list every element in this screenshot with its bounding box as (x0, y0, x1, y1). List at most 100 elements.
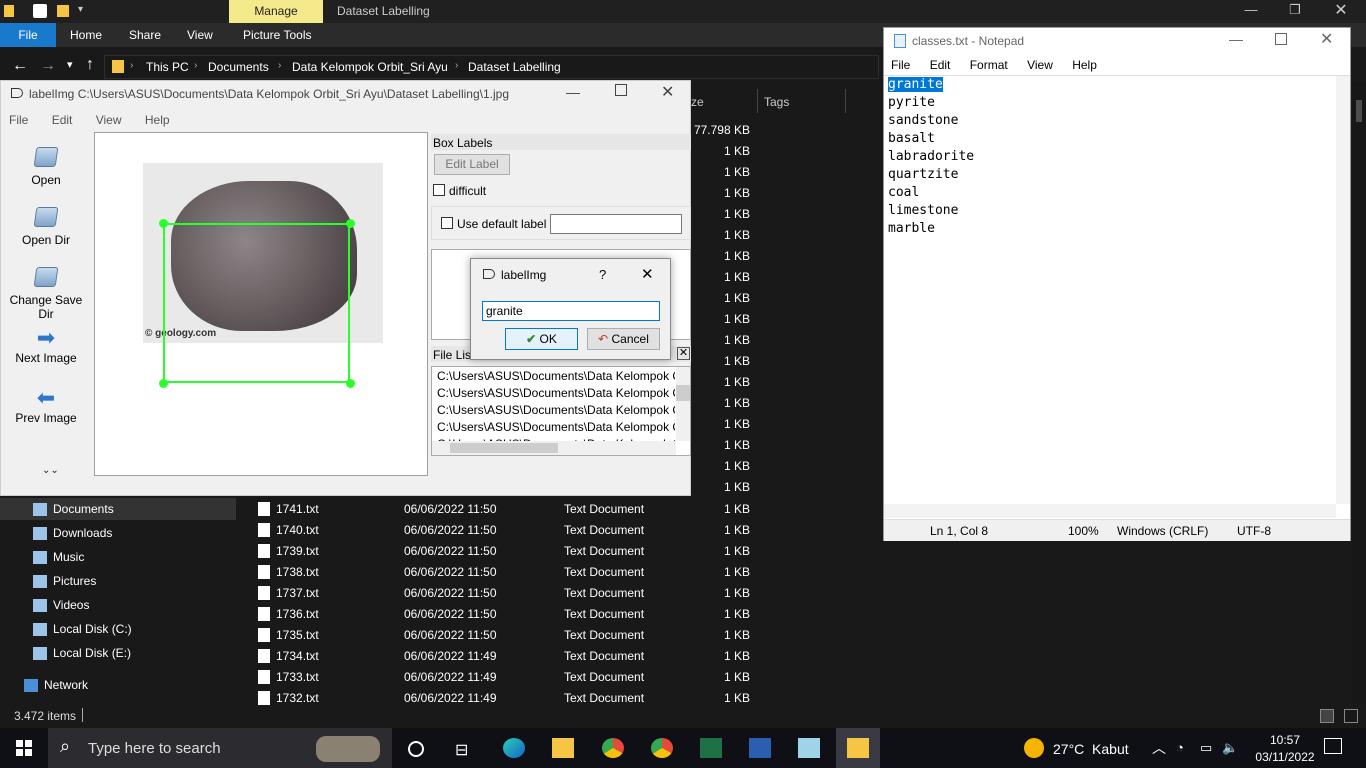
nav-item-6[interactable]: Local Disk (E:) (53, 646, 131, 660)
file-list-item[interactable]: C:\Users\ASUS\Documents\Data Kelompok C (437, 420, 675, 434)
chrome-icon[interactable] (602, 738, 624, 758)
task-view-icon[interactable]: ⊟ (455, 740, 468, 760)
explorer-scrollbar[interactable] (1352, 82, 1366, 704)
menu-view[interactable]: View (1027, 58, 1053, 72)
menu-file[interactable]: File (891, 58, 910, 72)
vscroll-thumb[interactable] (676, 385, 690, 401)
back-arrow-icon[interactable]: ← (12, 57, 28, 75)
thumbnail-view-icon[interactable] (1344, 709, 1358, 723)
menu-edit[interactable]: Edit (930, 58, 951, 72)
restore-button[interactable]: ❐ (1272, 2, 1318, 18)
file-name[interactable]: 1734.txt (276, 649, 319, 663)
notepad-vscroll[interactable] (1336, 76, 1350, 504)
excel-icon[interactable] (700, 738, 722, 758)
notepad-taskbar-icon[interactable] (798, 738, 820, 758)
close-dock-icon[interactable]: ✕ (677, 347, 690, 360)
tab-view[interactable]: View (187, 23, 213, 47)
notepad-hscroll[interactable] (884, 504, 1336, 518)
file-name[interactable]: 1739.txt (276, 544, 319, 558)
bounding-box[interactable] (163, 223, 350, 383)
file-name[interactable]: 1732.txt (276, 691, 319, 705)
file-name[interactable]: 1733.txt (276, 670, 319, 684)
file-name[interactable]: 1741.txt (276, 502, 319, 516)
edit-label-button[interactable]: Edit Label (434, 154, 510, 175)
file-name[interactable]: 1740.txt (276, 523, 319, 537)
minimize-button[interactable]: — (1229, 31, 1243, 47)
tray-chevron-icon[interactable]: ︿ (1152, 738, 1166, 758)
column-header-size[interactable]: ze (691, 95, 704, 109)
default-label-input[interactable] (550, 214, 682, 234)
battery-icon[interactable]: ▭ (1200, 740, 1212, 756)
file-name[interactable]: 1737.txt (276, 586, 319, 600)
tab-manage[interactable]: Manage (229, 0, 323, 23)
word-icon[interactable] (749, 738, 771, 758)
more-tools-icon[interactable]: ⌄⌄ (42, 465, 59, 476)
new-folder-icon[interactable] (57, 5, 69, 17)
file-name[interactable]: 1738.txt (276, 565, 319, 579)
scrollbar-thumb[interactable] (1356, 100, 1362, 122)
up-arrow-icon[interactable]: ↑ (86, 56, 94, 74)
cancel-button[interactable]: ↶ Cancel (587, 328, 660, 350)
edge-icon[interactable] (503, 738, 525, 758)
menu-help[interactable]: Help (145, 113, 170, 127)
ok-button[interactable]: ✔ OK (505, 328, 578, 350)
tab-home[interactable]: Home (70, 23, 102, 47)
chrome-profile-icon[interactable] (651, 738, 673, 758)
menu-file[interactable]: File (9, 113, 28, 127)
breadcrumb-documents[interactable]: Documents (208, 60, 269, 74)
bbox-handle[interactable] (159, 219, 168, 228)
file-explorer-icon[interactable] (552, 738, 574, 758)
volume-icon[interactable]: 🔈 (1222, 740, 1238, 756)
close-button[interactable]: ✕ (641, 265, 654, 283)
file-list-vscroll[interactable] (676, 367, 690, 441)
hscroll-thumb[interactable] (450, 443, 558, 453)
file-list-item[interactable]: C:\Users\ASUS\Documents\Data Kelompok C (437, 403, 675, 417)
prev-image-button[interactable]: ⬅ Prev Image (1, 387, 91, 426)
wifi-icon[interactable]: ◔ (1176, 740, 1184, 755)
nav-item-3[interactable]: Pictures (53, 574, 96, 588)
cortana-icon[interactable] (408, 741, 424, 757)
nav-item-1[interactable]: Downloads (53, 526, 112, 540)
column-header-tags[interactable]: Tags (764, 95, 789, 109)
weather-text[interactable]: 27°C Kabut (1053, 741, 1129, 757)
clock-date[interactable]: 03/11/2022 (1250, 750, 1320, 764)
windows-start-icon[interactable] (16, 740, 32, 756)
nav-item-7[interactable]: Network (44, 678, 88, 692)
breadcrumb-this-pc[interactable]: This PC (146, 60, 189, 74)
change-save-dir-button[interactable]: Change Save Dir (1, 267, 91, 321)
help-button[interactable]: ? (599, 267, 606, 282)
taskbar-search[interactable]: ⌕ Type here to search (48, 728, 392, 768)
menu-format[interactable]: Format (970, 58, 1008, 72)
close-button[interactable]: ✕ (1318, 0, 1364, 20)
tab-file[interactable]: File (0, 23, 56, 47)
maximize-button[interactable] (1275, 33, 1287, 45)
tab-picture-tools[interactable]: Picture Tools (243, 23, 311, 47)
menu-help[interactable]: Help (1072, 58, 1097, 72)
properties-icon[interactable] (33, 4, 47, 18)
notifications-icon[interactable] (1324, 738, 1342, 754)
close-button[interactable]: ✕ (661, 82, 674, 102)
bbox-handle[interactable] (159, 379, 168, 388)
close-button[interactable]: ✕ (1320, 29, 1333, 49)
details-view-icon[interactable] (1320, 709, 1334, 723)
column-divider[interactable] (757, 89, 758, 113)
recent-dropdown-icon[interactable]: ▾ (67, 58, 73, 71)
file-name[interactable]: 1736.txt (276, 607, 319, 621)
minimize-button[interactable]: — (566, 84, 580, 100)
nav-item-2[interactable]: Music (53, 550, 84, 564)
tab-share[interactable]: Share (129, 23, 161, 47)
use-default-label-checkbox[interactable] (441, 217, 453, 229)
clock-time[interactable]: 10:57 (1263, 733, 1307, 747)
nav-item-0[interactable]: Documents (53, 502, 114, 516)
labelimg-taskbar-icon[interactable] (847, 738, 869, 758)
weather-icon[interactable] (1024, 738, 1044, 758)
difficult-checkbox[interactable] (433, 184, 445, 196)
minimize-button[interactable]: — (1228, 2, 1274, 17)
next-image-button[interactable]: ➡ Next Image (1, 327, 91, 366)
file-name[interactable]: 1735.txt (276, 628, 319, 642)
quick-access-dropdown-icon[interactable]: ▾ (78, 4, 83, 15)
maximize-button[interactable] (615, 84, 627, 96)
open-button[interactable]: Open (1, 147, 91, 187)
bbox-handle[interactable] (346, 219, 355, 228)
notepad-text-area[interactable]: granite pyrite sandstone basalt labradorite q… (884, 76, 1336, 504)
